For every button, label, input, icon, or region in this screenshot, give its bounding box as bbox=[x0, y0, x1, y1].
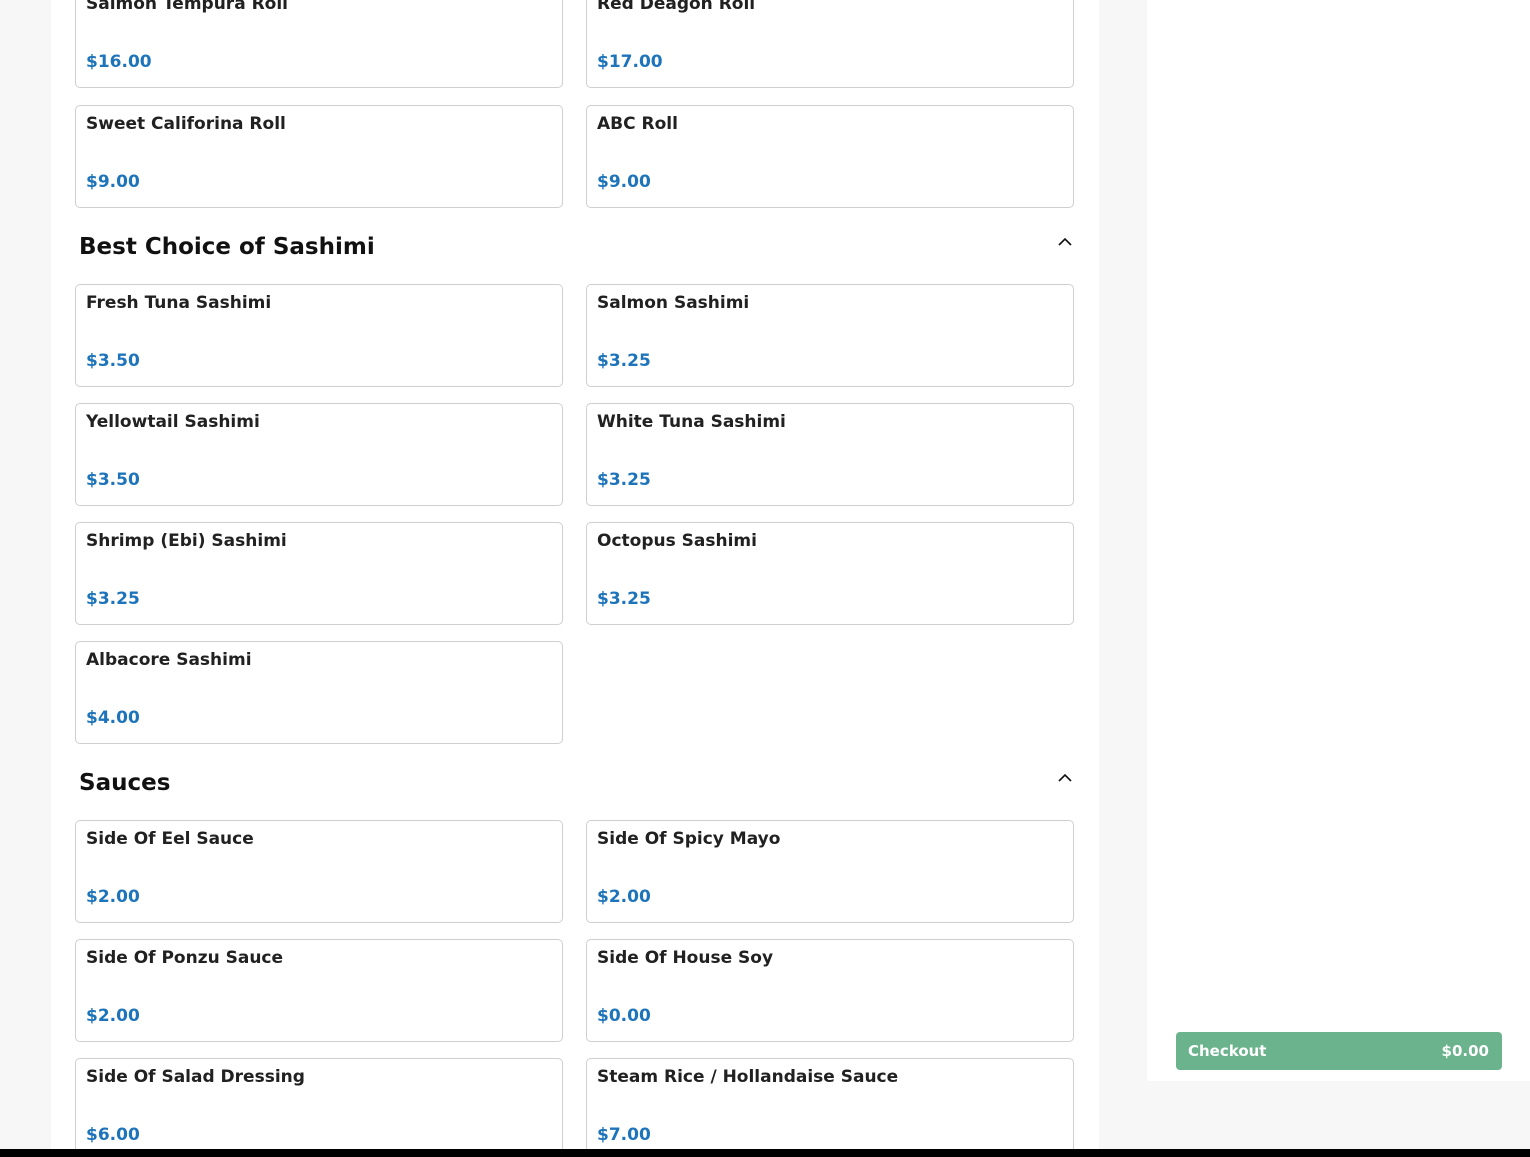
item-price: $2.00 bbox=[86, 1006, 140, 1026]
item-price: $3.25 bbox=[597, 589, 651, 609]
item-price: $2.00 bbox=[597, 887, 651, 907]
menu-item-card[interactable]: White Tuna Sashimi $3.25 bbox=[586, 403, 1074, 506]
checkout-button[interactable]: Checkout $0.00 bbox=[1176, 1032, 1502, 1070]
item-name: Steam Rice / Hollandaise Sauce bbox=[597, 1067, 899, 1087]
item-name: Albacore Sashimi bbox=[86, 650, 252, 670]
menu-item-card[interactable]: Yellowtail Sashimi $3.50 bbox=[75, 403, 563, 506]
menu-item-card[interactable]: Albacore Sashimi $4.00 bbox=[75, 641, 563, 744]
page: Salmon Tempura Roll $16.00 Red Deagon Ro… bbox=[0, 0, 1530, 1157]
menu-item-card[interactable]: Steam Rice / Hollandaise Sauce $7.00 bbox=[586, 1058, 1074, 1157]
checkout-label: Checkout bbox=[1188, 1042, 1267, 1060]
menu-item-card[interactable]: Red Deagon Roll $17.00 bbox=[586, 0, 1074, 88]
item-price: $9.00 bbox=[86, 172, 140, 192]
item-name: ABC Roll bbox=[597, 114, 678, 134]
menu-item-card[interactable]: Salmon Tempura Roll $16.00 bbox=[75, 0, 563, 88]
item-name: Side Of Spicy Mayo bbox=[597, 829, 781, 849]
item-price: $2.00 bbox=[86, 887, 140, 907]
item-name: Side Of Eel Sauce bbox=[86, 829, 254, 849]
item-name: Side Of Ponzu Sauce bbox=[86, 948, 284, 968]
item-price: $9.00 bbox=[597, 172, 651, 192]
item-name: Salmon Tempura Roll bbox=[86, 0, 289, 14]
item-price: $3.25 bbox=[597, 470, 651, 490]
menu-item-card[interactable]: Sweet Califorina Roll $9.00 bbox=[75, 105, 563, 208]
menu-item-card[interactable]: Octopus Sashimi $3.25 bbox=[586, 522, 1074, 625]
cart-total: $0.00 bbox=[1441, 1042, 1489, 1060]
item-name: Side Of Salad Dressing bbox=[86, 1067, 305, 1087]
item-price: $3.25 bbox=[597, 351, 651, 371]
item-price: $6.00 bbox=[86, 1125, 140, 1145]
item-price: $3.50 bbox=[86, 470, 140, 490]
item-name: Fresh Tuna Sashimi bbox=[86, 293, 272, 313]
chevron-up-icon bbox=[1058, 237, 1072, 246]
section-title-sauces: Sauces bbox=[79, 770, 171, 796]
item-name: Sweet Califorina Roll bbox=[86, 114, 286, 134]
menu-item-card[interactable]: Side Of Spicy Mayo $2.00 bbox=[586, 820, 1074, 923]
item-price: $16.00 bbox=[86, 52, 152, 72]
item-price: $4.00 bbox=[86, 708, 140, 728]
menu-item-card[interactable]: Shrimp (Ebi) Sashimi $3.25 bbox=[75, 522, 563, 625]
menu-item-card[interactable]: Salmon Sashimi $3.25 bbox=[586, 284, 1074, 387]
item-name: Side Of House Soy bbox=[597, 948, 774, 968]
cart-panel bbox=[1147, 0, 1530, 1081]
item-name: Red Deagon Roll bbox=[597, 0, 756, 14]
section-title-sashimi: Best Choice of Sashimi bbox=[79, 234, 375, 260]
item-price: $7.00 bbox=[597, 1125, 651, 1145]
item-price: $3.25 bbox=[86, 589, 140, 609]
item-name: White Tuna Sashimi bbox=[597, 412, 786, 432]
item-name: Shrimp (Ebi) Sashimi bbox=[86, 531, 287, 551]
chevron-up-icon bbox=[1058, 773, 1072, 782]
item-name: Yellowtail Sashimi bbox=[86, 412, 260, 432]
item-price: $3.50 bbox=[86, 351, 140, 371]
item-price: $17.00 bbox=[597, 52, 663, 72]
menu-item-card[interactable]: Side Of Ponzu Sauce $2.00 bbox=[75, 939, 563, 1042]
menu-item-card[interactable]: Side Of Eel Sauce $2.00 bbox=[75, 820, 563, 923]
item-name: Octopus Sashimi bbox=[597, 531, 757, 551]
section-collapse-button[interactable] bbox=[1055, 769, 1075, 787]
bottom-edge-bar bbox=[0, 1149, 1530, 1157]
menu-item-card[interactable]: Fresh Tuna Sashimi $3.50 bbox=[75, 284, 563, 387]
menu-item-card[interactable]: Side Of House Soy $0.00 bbox=[586, 939, 1074, 1042]
menu-item-card[interactable]: Side Of Salad Dressing $6.00 bbox=[75, 1058, 563, 1157]
item-price: $0.00 bbox=[597, 1006, 651, 1026]
menu-item-card[interactable]: ABC Roll $9.00 bbox=[586, 105, 1074, 208]
item-name: Salmon Sashimi bbox=[597, 293, 750, 313]
section-collapse-button[interactable] bbox=[1055, 233, 1075, 251]
